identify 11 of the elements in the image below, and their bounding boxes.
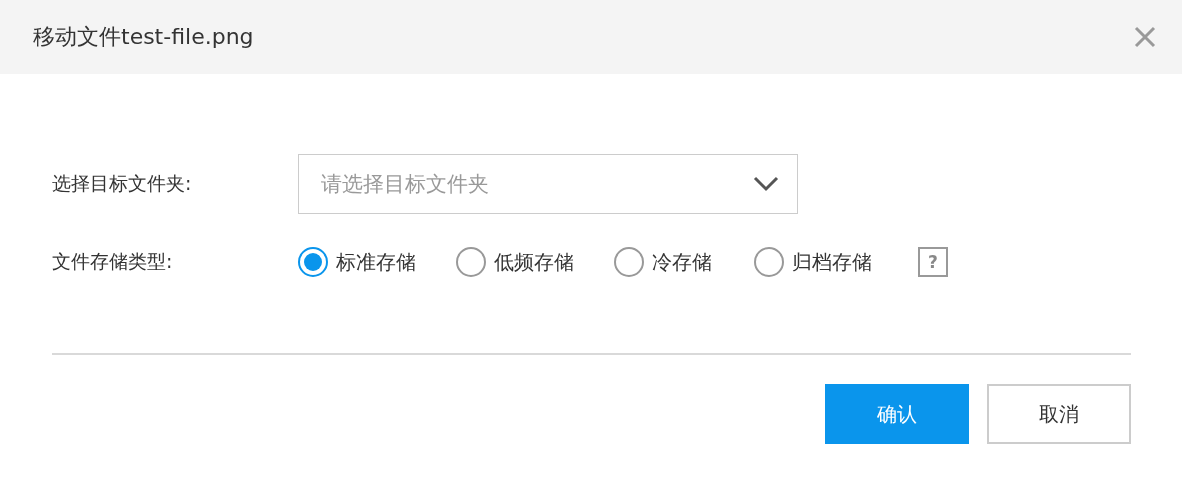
- chevron-down-icon: [753, 176, 779, 192]
- dialog-title: 移动文件test-file.png: [33, 23, 254, 51]
- help-button[interactable]: ?: [918, 247, 948, 277]
- field-label: 选择目标文件夹:: [52, 171, 193, 196]
- radio-option[interactable]: 归档存储: [754, 247, 872, 277]
- radio-option[interactable]: 冷存储: [614, 247, 712, 277]
- radio-option[interactable]: 标准存储: [298, 247, 416, 277]
- field-label: 文件存储类型:: [52, 249, 174, 274]
- cancel-button[interactable]: 取消: [987, 384, 1131, 444]
- close-icon[interactable]: [1134, 26, 1156, 48]
- radio-option[interactable]: 低频存储: [456, 247, 574, 277]
